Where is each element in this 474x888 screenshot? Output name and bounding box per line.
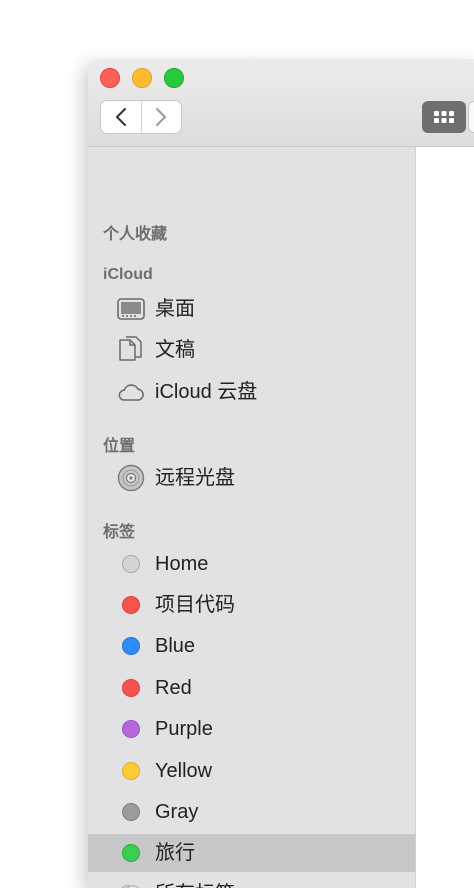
tag-color-dot — [122, 762, 140, 780]
sidebar-tag-travel[interactable]: 旅行 — [88, 834, 415, 872]
content-area[interactable] — [416, 147, 474, 888]
tag-dot-container — [116, 710, 146, 748]
sidebar: 个人收藏 iCloud 桌面 文稿 iCloud 云盘 位置 远程光盘 标签 H… — [88, 147, 416, 888]
sidebar-item-desktop[interactable]: 桌面 — [88, 290, 415, 328]
sidebar-item-label: 项目代码 — [155, 594, 235, 616]
sidebar-tag-red[interactable]: Red — [88, 669, 415, 707]
disc-icon — [116, 459, 146, 497]
sidebar-item-label: 文稿 — [155, 339, 195, 361]
sidebar-item-label: Gray — [155, 801, 199, 823]
icon-view-button[interactable] — [422, 101, 466, 133]
sidebar-item-label: Red — [155, 677, 192, 699]
tag-color-dot — [122, 844, 140, 862]
back-button[interactable] — [101, 101, 141, 133]
tag-color-dot — [122, 555, 140, 573]
document-icon — [116, 331, 146, 369]
sidebar-tag-home[interactable]: Home — [88, 545, 415, 583]
sidebar-item-icloud-drive[interactable]: iCloud 云盘 — [88, 373, 415, 411]
tag-dot-container — [116, 834, 146, 872]
sidebar-item-label: Yellow — [155, 760, 213, 782]
close-window-button[interactable] — [100, 68, 120, 88]
cloud-icon — [116, 373, 146, 411]
sidebar-tag-blue[interactable]: Blue — [88, 627, 415, 665]
sidebar-item-documents[interactable]: 文稿 — [88, 331, 415, 369]
tag-color-dot — [122, 803, 140, 821]
favorites-section-header[interactable]: 个人收藏 — [103, 220, 167, 244]
list-view-button[interactable] — [468, 101, 474, 133]
sidebar-item-remote-disc[interactable]: 远程光盘 — [88, 459, 415, 497]
tags-section-header[interactable]: 标签 — [103, 518, 135, 542]
navigation-buttons — [100, 100, 182, 134]
desktop-icon — [116, 290, 146, 328]
sidebar-item-label: 旅行 — [155, 842, 195, 864]
tag-dot-container — [116, 627, 146, 665]
sidebar-tag-purple[interactable]: Purple — [88, 710, 415, 748]
forward-button[interactable] — [140, 101, 182, 133]
tag-dot-container — [116, 669, 146, 707]
tag-dot-container — [116, 545, 146, 583]
sidebar-tag-project-code[interactable]: 项目代码 — [88, 586, 415, 624]
finder-window: 个人收藏 iCloud 桌面 文稿 iCloud 云盘 位置 远程光盘 标签 H… — [88, 59, 474, 888]
all-tags-icon — [116, 875, 146, 888]
sidebar-item-label: iCloud 云盘 — [155, 381, 258, 403]
sidebar-tag-yellow[interactable]: Yellow — [88, 752, 415, 790]
sidebar-item-label: Home — [155, 553, 209, 575]
tag-color-dot — [122, 720, 140, 738]
locations-section-header[interactable]: 位置 — [103, 432, 135, 456]
tag-color-dot — [122, 596, 140, 614]
sidebar-item-label: 桌面 — [155, 298, 195, 320]
sidebar-item-label: 所有标签... — [155, 875, 252, 888]
grid-view-icon — [434, 111, 454, 123]
tag-color-dot — [122, 637, 140, 655]
tag-dot-container — [116, 793, 146, 831]
sidebar-item-label: 远程光盘 — [155, 467, 235, 489]
icloud-section-header[interactable]: iCloud — [103, 266, 153, 284]
minimize-window-button[interactable] — [132, 68, 152, 88]
chevron-right-icon — [156, 108, 167, 126]
sidebar-tag-gray[interactable]: Gray — [88, 793, 415, 831]
zoom-window-button[interactable] — [164, 68, 184, 88]
toolbar — [88, 59, 474, 147]
sidebar-item-label: Blue — [155, 635, 196, 657]
tag-dot-container — [116, 586, 146, 624]
tag-color-dot — [122, 679, 140, 697]
sidebar-item-label: Purple — [155, 718, 213, 740]
tag-dot-container — [116, 752, 146, 790]
chevron-left-icon — [115, 108, 126, 126]
sidebar-all-tags[interactable]: 所有标签... — [88, 875, 415, 888]
